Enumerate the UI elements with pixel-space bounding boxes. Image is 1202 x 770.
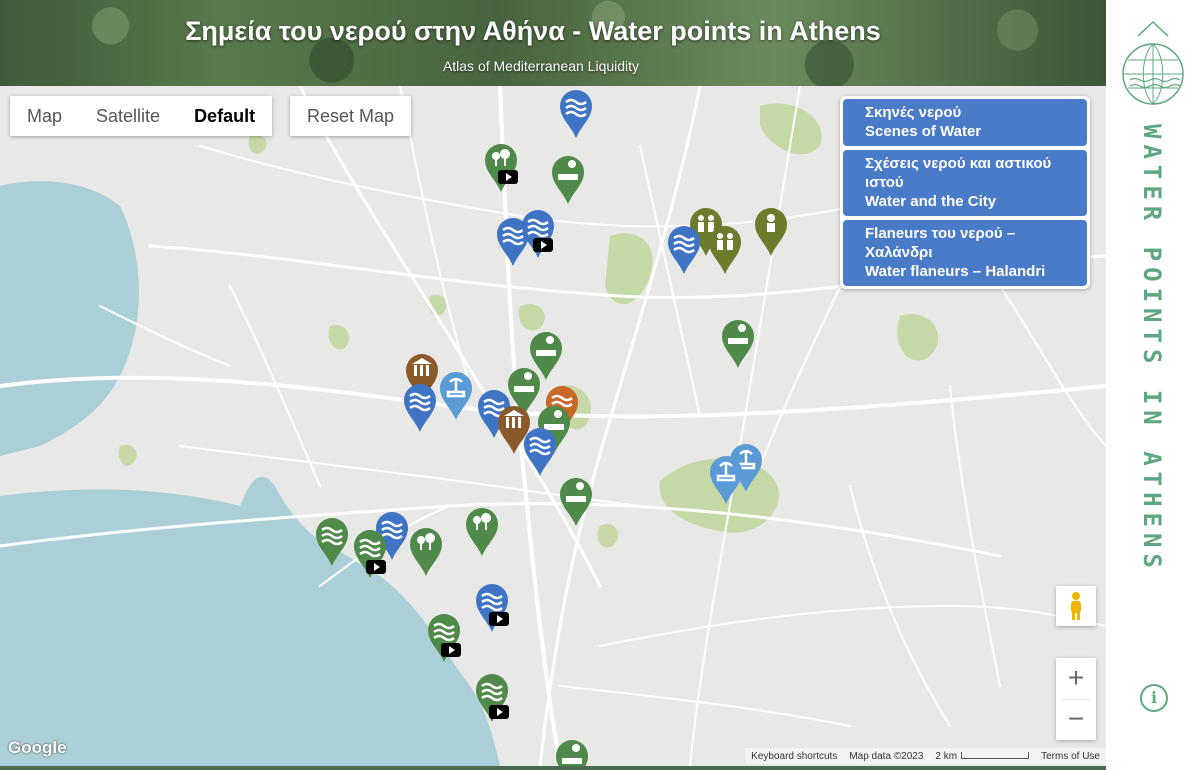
sidebar-vertical-title: WATER POINTS IN ATHENS [1138,124,1166,574]
reset-map-button[interactable]: Reset Map [290,96,412,136]
layer-label-greek: Flaneurs του νερού – Χαλάνδρι [865,225,1016,261]
info-button[interactable]: i [1140,684,1168,712]
layer-label-english: Water flaneurs – Halandri [865,263,1046,280]
marker-fountain-green[interactable] [550,154,586,206]
map-type-satellite-button[interactable]: Satellite [79,96,178,136]
scale-label: 2 km [935,750,958,762]
marker-fountain-green[interactable] [554,738,590,766]
marker-park-green[interactable] [464,506,500,558]
marker-water-blue[interactable] [474,582,510,634]
street-view-pegman[interactable] [1056,586,1096,626]
map-type-map-button[interactable]: Map [10,96,80,136]
video-icon[interactable] [441,643,461,657]
layer-water-and-the-city[interactable]: Σχέσεις νερού και αστικού ιστού Water an… [843,150,1087,216]
video-icon[interactable] [489,612,509,626]
marker-water-blue[interactable] [666,224,702,276]
layer-label-english: Scenes of Water [865,123,982,140]
map-type-control: Map Satellite Default [10,96,273,136]
marker-water-blue[interactable] [520,208,556,260]
layer-scenes-of-water[interactable]: Σκηνές νερού Scenes of Water [843,99,1087,146]
zoom-control: + − [1056,658,1096,740]
header-banner: Σημεία του νερού στην Αθήνα - Water poin… [0,0,1106,86]
page-title: Σημεία του νερού στην Αθήνα - Water poin… [185,16,881,46]
scale-bar [961,752,1030,760]
marker-park-green[interactable] [408,526,444,578]
page-subtitle: Atlas of Mediterranean Liquidity [442,58,640,74]
scale-control[interactable]: 2 km [935,750,1030,762]
marker-water-blue[interactable] [402,382,438,434]
marker-people-olive[interactable] [753,206,789,258]
pegman-icon [1071,592,1081,620]
marker-water-green[interactable] [314,516,350,568]
marker-water-blue[interactable] [558,88,594,140]
layer-menu: Σκηνές νερού Scenes of Water Σχέσεις νερ… [840,96,1090,289]
video-icon[interactable] [366,560,386,574]
keyboard-shortcuts-link[interactable]: Keyboard shortcuts [751,751,837,762]
terms-of-use-link[interactable]: Terms of Use [1041,751,1100,762]
marker-fountain-green[interactable] [720,318,756,370]
google-logo: Google [8,738,67,757]
zoom-out-button[interactable]: − [1056,699,1096,740]
globe-logo-icon [1122,20,1184,105]
video-icon[interactable] [498,170,518,184]
sidebar: WATER POINTS IN ATHENS [1106,0,1202,770]
map-data-label: Map data ©2023 [849,750,924,762]
marker-fountain-lightblue[interactable] [438,370,474,422]
bottom-image-strip [0,766,1106,770]
marker-water-blue[interactable] [522,426,558,478]
layer-label-greek: Σκηνές νερού [865,104,962,121]
layer-label-english: Water and the City [865,193,997,210]
marker-fountain-green[interactable] [558,476,594,528]
video-icon[interactable] [489,705,509,719]
zoom-in-button[interactable]: + [1056,658,1096,699]
layer-label-greek: Σχέσεις νερού και αστικού ιστού [865,155,1052,191]
map-type-default-button[interactable]: Default [177,96,273,136]
zoom-divider [1062,699,1090,700]
marker-fountain-lightblue[interactable] [708,454,744,506]
marker-people-olive[interactable] [707,224,743,276]
map-canvas[interactable]: Map Satellite Default Reset Map Σκηνές ν… [0,86,1106,766]
map-attribution: Keyboard shortcuts Map data ©2023 2 km T… [745,748,1106,764]
video-icon[interactable] [533,238,553,252]
layer-water-flaneurs[interactable]: Flaneurs του νερού – Χαλάνδρι Water flan… [843,220,1087,286]
marker-park-green[interactable] [483,142,519,194]
